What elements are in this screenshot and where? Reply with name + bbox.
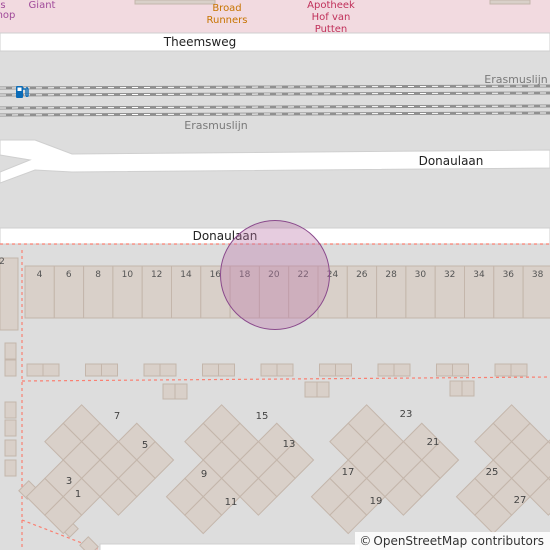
shed <box>4 342 17 360</box>
road-theemsweg <box>0 32 550 52</box>
house-number: 14 <box>180 270 192 280</box>
commercial-area <box>0 0 550 33</box>
shed <box>510 363 528 377</box>
house-number: 12 <box>150 270 163 280</box>
shed <box>202 363 219 377</box>
building-edge <box>0 257 19 331</box>
poi-line: Hof van <box>311 12 351 23</box>
poi-line: Putten <box>314 24 348 35</box>
road-bottom <box>99 543 361 550</box>
poi-line: Broad <box>212 3 242 14</box>
building-number: 9 <box>200 469 208 480</box>
shed <box>449 380 463 397</box>
copyright-symbol: © <box>359 534 372 548</box>
cross-buildings <box>25 404 550 535</box>
poi-label-giant[interactable]: Giant <box>29 0 56 12</box>
shed <box>393 363 411 377</box>
building-cluster <box>165 404 315 535</box>
poi-line: Apotheek <box>307 0 355 11</box>
house-number: 30 <box>414 270 427 280</box>
building-number: 23 <box>399 409 413 420</box>
shed <box>494 363 512 377</box>
shed <box>162 383 176 400</box>
building-number: 11 <box>224 497 238 508</box>
shed <box>143 363 161 377</box>
location-marker-circle[interactable] <box>220 220 330 330</box>
house-number: 36 <box>502 270 515 280</box>
shed <box>4 419 17 437</box>
shed <box>101 363 118 377</box>
shed <box>4 359 17 377</box>
shed <box>4 401 17 419</box>
shed <box>218 363 235 377</box>
house-number: 28 <box>385 270 397 280</box>
attribution-link[interactable]: OpenStreetMap contributors <box>373 534 544 548</box>
building-number: 15 <box>255 411 269 422</box>
poi-line: Runners <box>206 15 248 26</box>
shed <box>85 363 102 377</box>
house-number: 32 <box>443 270 456 280</box>
shed <box>452 363 469 377</box>
shed <box>42 363 60 377</box>
shed <box>304 381 318 398</box>
street-label-theemsweg: Theemsweg <box>163 35 237 49</box>
shed <box>316 381 330 398</box>
building-number: 5 <box>141 440 149 451</box>
house-number: 8 <box>95 270 101 280</box>
building-number: 7 <box>113 411 121 422</box>
building-number: 13 <box>282 439 296 450</box>
shed <box>436 363 453 377</box>
street-label-donaulaan: Donaulaan <box>418 154 484 168</box>
building-number: 25 <box>485 467 499 478</box>
house-number: 4 <box>36 270 43 280</box>
building-number: 27 <box>513 495 527 506</box>
shed <box>461 380 475 397</box>
shed <box>335 363 352 377</box>
shed <box>276 363 294 377</box>
poi-label-broad-runners[interactable]: Broad Runners <box>207 3 248 27</box>
railway-label-erasmuslijn: Erasmuslijn <box>184 119 248 132</box>
map-view[interactable]: s hop Giant Broad Runners Apotheek Hof v… <box>0 0 550 550</box>
building-number: 17 <box>341 467 355 478</box>
building-cluster <box>25 404 175 535</box>
building-top <box>489 0 531 5</box>
shed <box>4 459 17 477</box>
railway-label-erasmuslijn: Erasmuslijn <box>484 73 548 86</box>
house-number: 6 <box>65 270 72 280</box>
poi-label-fragment: hop <box>0 10 16 21</box>
shed <box>174 383 188 400</box>
shed <box>377 363 395 377</box>
house-number: 26 <box>356 270 368 280</box>
building-cluster <box>310 404 460 535</box>
poi-label-apotheek[interactable]: Apotheek Hof van Putten <box>307 0 355 36</box>
shed <box>4 439 17 457</box>
railway-tracks <box>0 84 550 117</box>
building-top <box>134 0 216 5</box>
house-number: 34 <box>473 270 485 280</box>
building-number: 21 <box>426 437 440 448</box>
shed <box>159 363 177 377</box>
house-number: 10 <box>121 270 134 280</box>
fuel-station-icon[interactable] <box>15 85 31 99</box>
map-attribution[interactable]: © OpenStreetMap contributors <box>355 532 550 550</box>
building-number: 1 <box>74 489 82 500</box>
house-number: 38 <box>531 270 544 280</box>
shed <box>79 536 99 550</box>
shed <box>319 363 336 377</box>
house-number: 2 <box>0 257 5 267</box>
shed <box>26 363 44 377</box>
building-number: 3 <box>65 476 73 487</box>
shed <box>260 363 278 377</box>
building-number: 19 <box>369 496 383 507</box>
